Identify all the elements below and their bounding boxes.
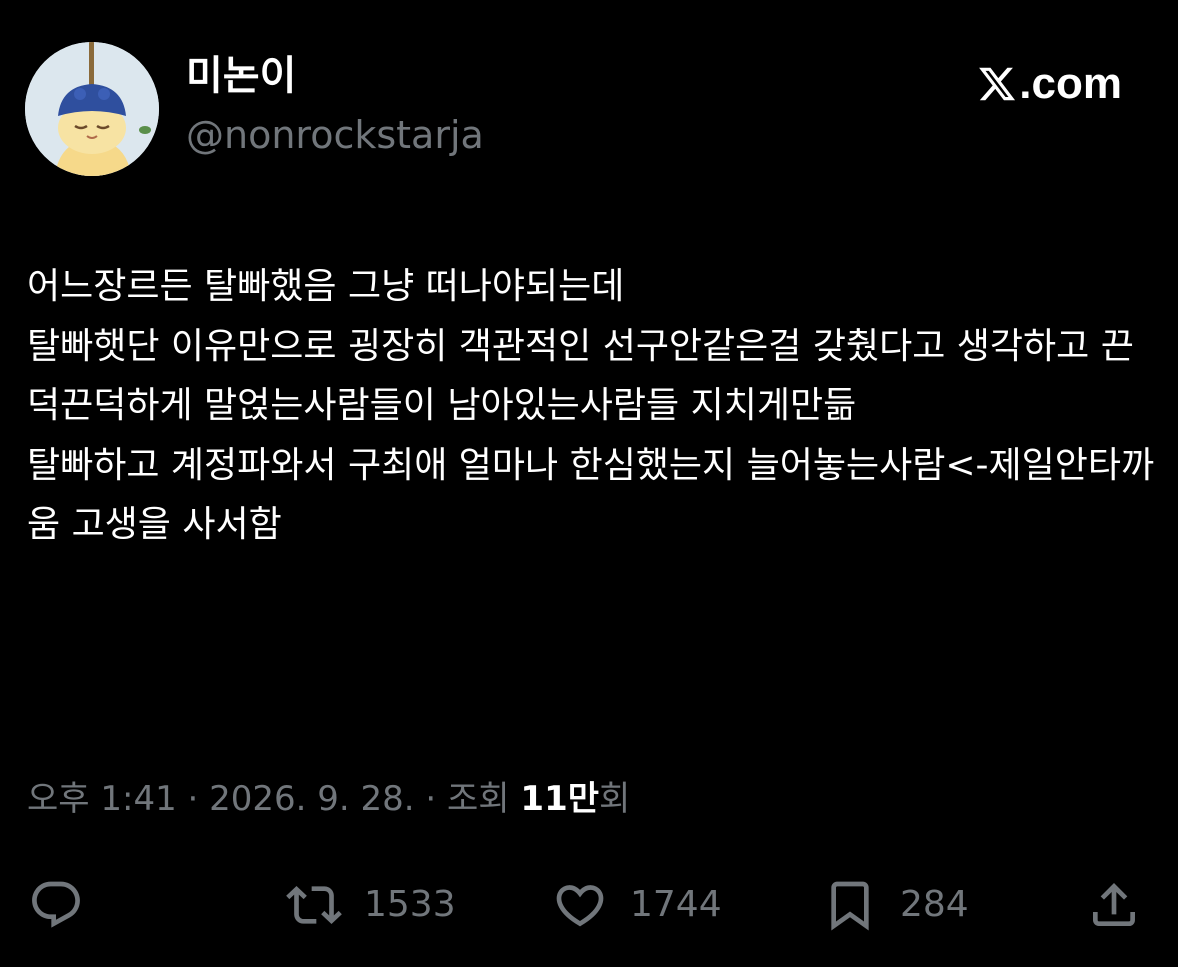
reply-button[interactable] [28, 870, 84, 940]
author-handle[interactable]: @nonrockstarja [186, 116, 484, 154]
retweet-count: 1533 [364, 884, 456, 925]
avatar[interactable] [25, 42, 159, 176]
site-badge: .com [977, 62, 1122, 106]
author-display-name[interactable]: 미논이 [186, 56, 296, 96]
bookmark-icon [831, 881, 869, 931]
retweet-icon [286, 886, 342, 924]
bookmark-count: 284 [900, 884, 969, 925]
x-logo-icon [979, 67, 1016, 101]
tweet-meta: 오후 1:41 · 2026. 9. 28. · 조회 11만회 [27, 782, 630, 816]
tweet-text: 어느장르든 탈빠했음 그냥 떠나야되는데 탈빠햇단 이유만으로 굉장히 객관적인… [27, 266, 1155, 546]
views-suffix: 회 [599, 779, 631, 819]
like-count: 1744 [630, 884, 722, 925]
reply-icon [32, 881, 80, 928]
site-domain: .com [1019, 59, 1122, 108]
views-count: 11만 [520, 779, 600, 819]
action-bar: 1533 1744 284 [0, 870, 1178, 940]
like-button[interactable]: 1744 [552, 870, 722, 940]
bookmark-button[interactable]: 284 [822, 870, 969, 940]
character-avatar-icon [25, 42, 159, 176]
timestamp[interactable]: 오후 1:41 · 2026. 9. 28. · 조회 [27, 779, 520, 819]
share-icon [1093, 883, 1135, 926]
retweet-button[interactable]: 1533 [286, 870, 456, 940]
heart-icon [556, 885, 604, 927]
share-button[interactable] [1086, 870, 1142, 940]
